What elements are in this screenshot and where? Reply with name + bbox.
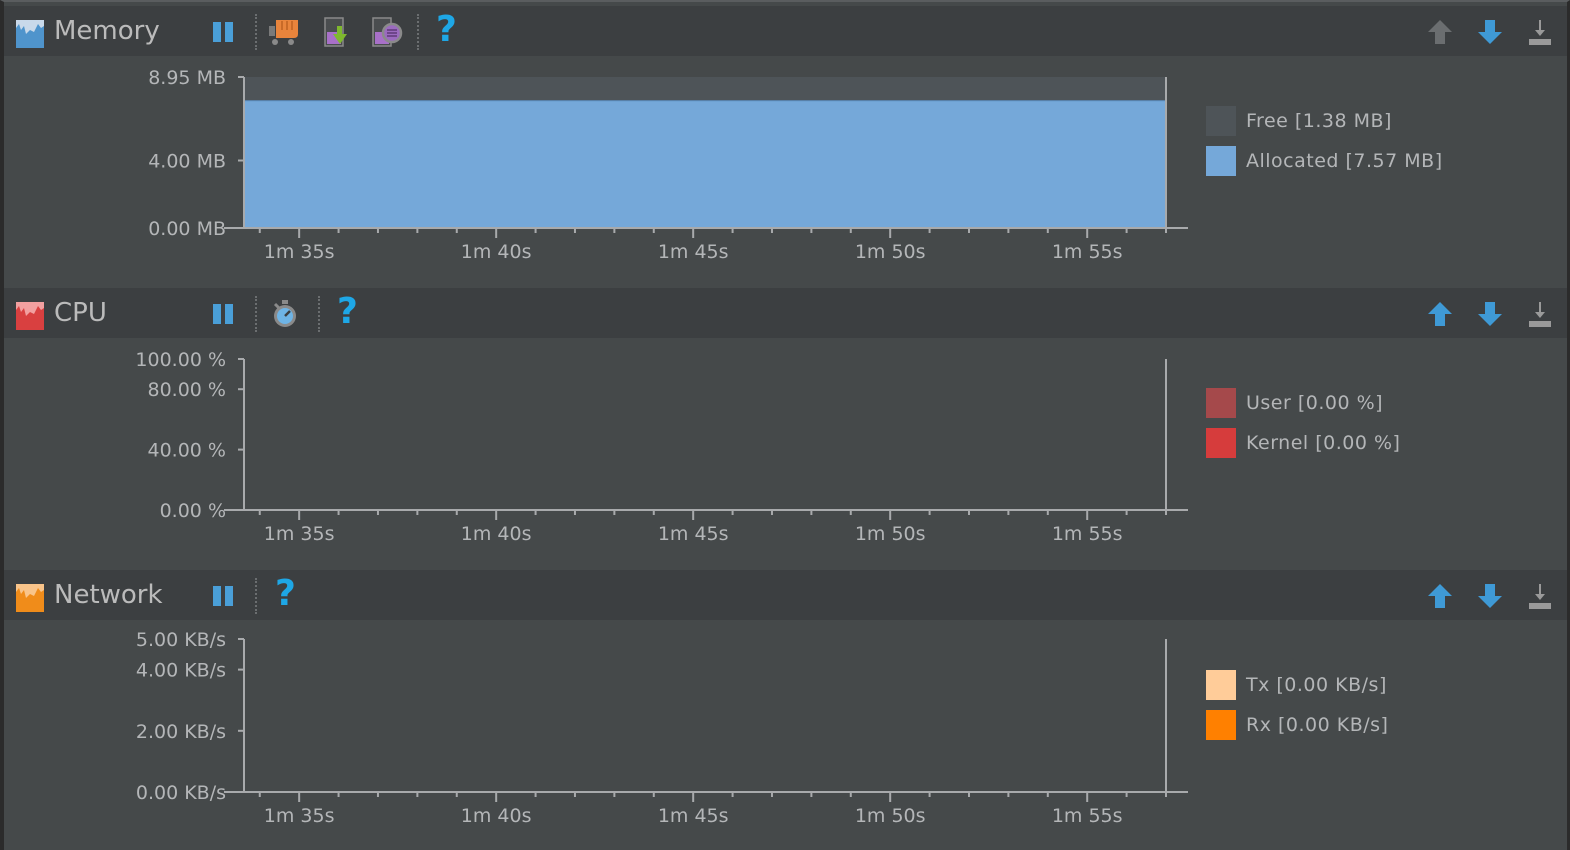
x-tick-label: 1m 35s: [264, 805, 335, 827]
x-tick-label: 1m 50s: [855, 523, 926, 545]
gc-garbage-truck-icon[interactable]: [268, 16, 300, 48]
y-tick-label: 4.00 MB: [148, 151, 226, 173]
y-tick-label: 0.00 KB/s: [136, 782, 226, 804]
x-tick-label: 1m 35s: [264, 523, 335, 545]
toolbar-separator: [255, 296, 257, 332]
legend-item-tx: Tx [0.00 KB/s]: [1206, 670, 1506, 700]
memory-toolbar: Memory ?: [4, 6, 1567, 56]
x-tick-label: 1m 50s: [855, 805, 926, 827]
help-button[interactable]: ?: [275, 574, 296, 614]
network-monitor-panel: Network ? 0.00 KB/s 2.00 KB/s 4.00 KB/s 5.0…: [4, 570, 1567, 850]
x-tick-label: 1m 35s: [264, 241, 335, 263]
x-tick-label: 1m 50s: [855, 241, 926, 263]
scroll-to-end-icon[interactable]: [1524, 16, 1556, 48]
x-tick-label: 1m 40s: [461, 523, 532, 545]
x-tick-label: 1m 40s: [461, 805, 532, 827]
legend-swatch-kernel: [1206, 428, 1236, 458]
scroll-up-arrow-icon[interactable]: [1424, 298, 1456, 330]
method-trace-stopwatch-icon[interactable]: [269, 298, 301, 330]
legend-label-user: User [0.00 %]: [1246, 392, 1384, 414]
legend-swatch-free: [1206, 106, 1236, 136]
cpu-monitor-panel: CPU ? 0.00 % 40.00 % 80.00 % 100.00 % 1m 35s: [4, 288, 1567, 564]
legend-swatch-rx: [1206, 710, 1236, 740]
series-area-allocated: [244, 100, 1166, 228]
dump-java-heap-icon[interactable]: [323, 16, 355, 48]
legend-label-allocated: Allocated [7.57 MB]: [1246, 150, 1443, 172]
memory-chart: 0.00 MB 4.00 MB 8.95 MB 1m 35s 1m 40s 1m 45s 1…: [148, 67, 1188, 263]
x-tick-label: 1m 55s: [1052, 523, 1123, 545]
memory-monitor-panel: Memory ? 0.00 MB 4.00 MB 8.95 MB 1m 35s …: [4, 6, 1567, 282]
scroll-to-end-icon[interactable]: [1524, 580, 1556, 612]
scroll-to-end-icon[interactable]: [1524, 298, 1556, 330]
cpu-chart-area: 0.00 % 40.00 % 80.00 % 100.00 % 1m 35s 1m 40s…: [4, 338, 1567, 564]
toolbar-separator: [255, 578, 257, 614]
pause-button[interactable]: [209, 580, 241, 612]
y-tick-label: 100.00 %: [135, 349, 226, 371]
y-tick-label: 8.95 MB: [148, 67, 226, 89]
scroll-up-arrow-icon[interactable]: [1424, 16, 1456, 48]
cpu-monitor-icon: [16, 302, 44, 330]
cpu-chart: 0.00 % 40.00 % 80.00 % 100.00 % 1m 35s 1m 40s…: [135, 349, 1188, 545]
allocation-tracker-icon[interactable]: [371, 16, 403, 48]
legend-swatch-tx: [1206, 670, 1236, 700]
scroll-down-arrow-icon[interactable]: [1474, 16, 1506, 48]
legend-label-kernel: Kernel [0.00 %]: [1246, 432, 1401, 454]
x-tick-label: 1m 40s: [461, 241, 532, 263]
network-chart-area: 0.00 KB/s 2.00 KB/s 4.00 KB/s 5.00 KB/s 1m 3…: [4, 620, 1567, 850]
y-tick-label: 5.00 KB/s: [136, 629, 226, 651]
scroll-down-arrow-icon[interactable]: [1474, 298, 1506, 330]
pause-button[interactable]: [209, 298, 241, 330]
x-tick-label: 1m 45s: [658, 241, 729, 263]
legend-item-user: User [0.00 %]: [1206, 388, 1506, 418]
x-tick-label: 1m 55s: [1052, 241, 1123, 263]
y-tick-label: 0.00 MB: [148, 218, 226, 240]
series-area-free: [244, 77, 1166, 101]
network-chart: 0.00 KB/s 2.00 KB/s 4.00 KB/s 5.00 KB/s 1m 3…: [136, 629, 1188, 827]
legend-swatch-allocated: [1206, 146, 1236, 176]
network-title: Network: [54, 580, 163, 610]
memory-title: Memory: [54, 16, 160, 46]
y-tick-label: 2.00 KB/s: [136, 721, 226, 743]
toolbar-separator: [318, 296, 320, 332]
pause-button[interactable]: [209, 16, 241, 48]
cpu-toolbar: CPU ?: [4, 288, 1567, 338]
legend-label-tx: Tx [0.00 KB/s]: [1246, 674, 1387, 696]
scroll-down-arrow-icon[interactable]: [1474, 580, 1506, 612]
legend-label-free: Free [1.38 MB]: [1246, 110, 1392, 132]
memory-chart-area: 0.00 MB 4.00 MB 8.95 MB 1m 35s 1m 40s 1m 45s 1…: [4, 56, 1567, 282]
legend-item-kernel: Kernel [0.00 %]: [1206, 428, 1506, 458]
y-tick-label: 4.00 KB/s: [136, 660, 226, 682]
toolbar-separator: [417, 14, 419, 50]
x-tick-label: 1m 45s: [658, 523, 729, 545]
help-button[interactable]: ?: [337, 292, 358, 332]
toolbar-separator: [255, 14, 257, 50]
help-button[interactable]: ?: [436, 10, 457, 50]
legend-item-allocated: Allocated [7.57 MB]: [1206, 146, 1506, 176]
network-toolbar: Network ?: [4, 570, 1567, 620]
x-tick-label: 1m 45s: [658, 805, 729, 827]
legend-item-free: Free [1.38 MB]: [1206, 106, 1506, 136]
legend-label-rx: Rx [0.00 KB/s]: [1246, 714, 1389, 736]
memory-monitor-icon: [16, 20, 44, 48]
y-tick-label: 80.00 %: [148, 379, 227, 401]
network-monitor-icon: [16, 584, 44, 612]
x-tick-label: 1m 55s: [1052, 805, 1123, 827]
legend-swatch-user: [1206, 388, 1236, 418]
y-tick-label: 0.00 %: [160, 500, 226, 522]
y-tick-label: 40.00 %: [148, 440, 227, 462]
legend-item-rx: Rx [0.00 KB/s]: [1206, 710, 1506, 740]
cpu-title: CPU: [54, 298, 107, 328]
scroll-up-arrow-icon[interactable]: [1424, 580, 1456, 612]
